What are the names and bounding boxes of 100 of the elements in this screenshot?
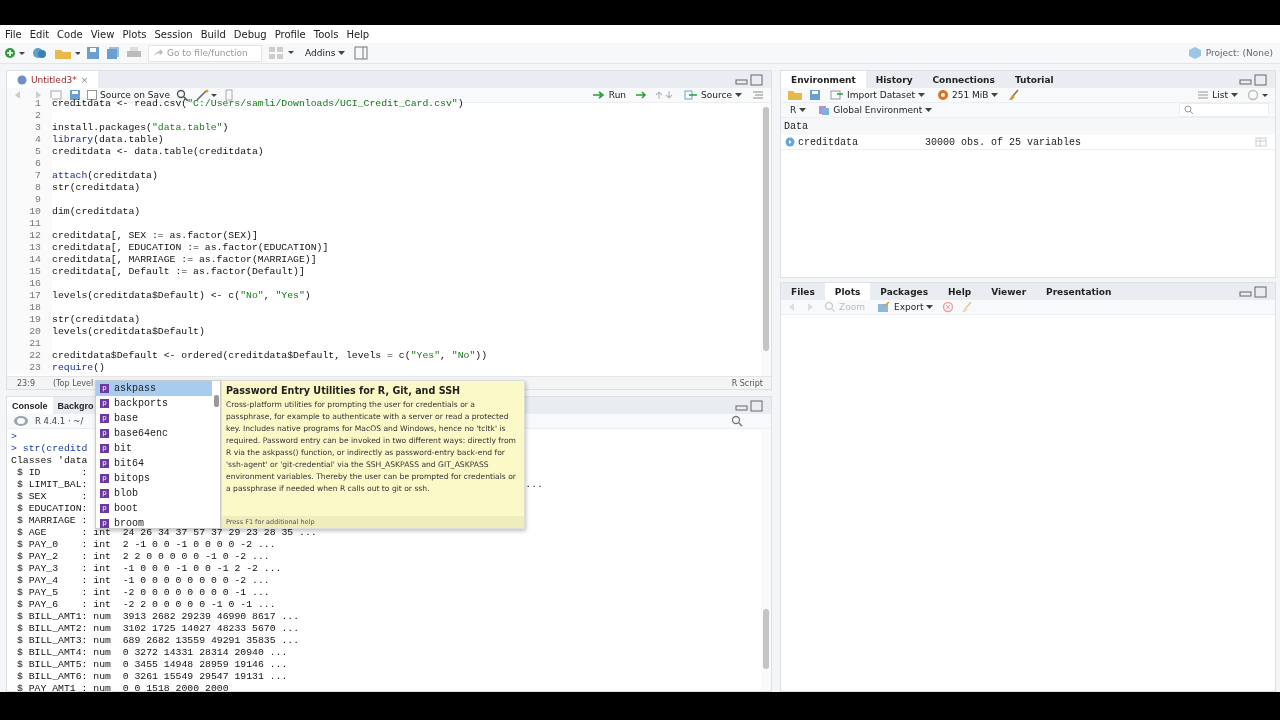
print-icon[interactable] [126,46,142,60]
caret-icon [1231,92,1238,98]
environment-dropdown[interactable]: Global Environment [815,104,936,116]
scope-label[interactable]: (Top Level [52,378,94,388]
console-tab[interactable]: Backgro [52,397,99,414]
console-line: $ BILL_AMT5: num 0 3455 14948 28959 19146 ... [15,659,288,671]
console-tab[interactable]: Console [7,397,53,414]
expand-icon[interactable] [785,137,795,147]
save-icon[interactable] [809,89,821,101]
help-title: Password Entry Utilities for R, Git, and SSH [225,384,462,398]
project-button[interactable]: Project: (None) [1184,46,1276,60]
close-button[interactable]: × [80,74,89,85]
export-button[interactable]: Export [873,301,937,313]
pane-controls-icon[interactable] [735,73,765,86]
caret-icon [925,107,933,113]
menu-item[interactable]: Session [151,28,196,40]
view-mode-button[interactable]: List [1194,90,1241,100]
environment-tab[interactable]: Tutorial [1004,71,1064,88]
menu-item[interactable]: Plots [119,28,150,40]
go-to-file-field[interactable]: Go to file/function [148,44,262,62]
caret-icon [918,92,925,98]
environment-tab[interactable]: Environment [781,71,866,88]
console-line: $ ID : [15,467,88,479]
save-all-icon[interactable] [106,46,120,60]
project-icon[interactable] [32,46,48,60]
caret-icon [991,92,999,98]
files-tab[interactable]: Plots [824,283,871,300]
menu-item[interactable]: View [87,28,118,40]
caret-icon [926,304,934,310]
wand-icon[interactable] [195,89,218,101]
line-number: 13 [7,242,52,254]
code-line: creditdata <- data.table(creditdata) [52,146,264,158]
code-line: dim(creditdata) [52,206,141,218]
line-number: 2 [7,110,52,122]
menu-item[interactable]: File [2,28,25,40]
table-icon[interactable] [1255,137,1267,147]
memory-usage-button[interactable]: 251 MiB [934,89,1002,101]
editor-tab[interactable]: Untitled3* × [7,71,99,88]
search-field[interactable] [1179,103,1269,117]
remove-icon[interactable] [942,301,955,313]
notebook-icon[interactable] [223,89,234,101]
arrow-icon [153,48,163,58]
save-icon[interactable] [86,46,100,60]
pane-controls-icon[interactable] [1239,285,1269,298]
console-line: $ PAY_0 : int 2 -1 0 0 -1 0 0 0 0 -2 ... [15,539,276,551]
environment-tab[interactable]: History [865,71,923,88]
files-tab[interactable]: Presentation [1036,283,1122,300]
run-button[interactable]: Run [588,90,630,100]
menu-item[interactable]: Tools [310,28,342,40]
project-label: Project: (None) [1205,48,1273,58]
broom-icon[interactable] [1007,89,1022,101]
line-number: 8 [7,182,52,194]
pane-controls-icon[interactable] [735,399,765,412]
console-line: $ AGE : int 24 26 34 37 57 37 29 23 28 35 ... [15,527,317,539]
outline-icon[interactable] [751,89,765,101]
code-line: str(creditdata) [52,314,141,326]
files-tab[interactable]: Files [781,283,825,300]
console-line: $ SEX : [15,491,88,503]
console-line: > [11,431,17,443]
console-line: $ LIMIT_BAL: [15,479,88,491]
pane-layout-icon[interactable] [354,46,369,60]
language-dropdown[interactable]: R [787,105,810,115]
console-line: > str(creditd [11,443,88,455]
line-number: 6 [7,158,52,170]
scrollbar[interactable] [761,429,771,691]
scrollbar[interactable] [761,103,771,376]
file-type-label[interactable]: R Script [731,378,763,388]
menu-item[interactable]: Help [343,28,373,40]
line-number: 16 [7,278,52,290]
menu-item[interactable]: Build [197,28,229,40]
line-number: 12 [7,230,52,242]
console-line: $ BILL_AMT1: num 3913 2682 29239 46990 8617 ... [15,611,300,623]
section-header: Data [781,118,1275,135]
menu-item[interactable]: Edit [26,28,53,40]
cursor-position: 23:9 [17,378,35,388]
image-export-icon [876,301,891,313]
line-number: 21 [7,338,52,350]
r-file-icon [17,74,27,85]
environment-tab[interactable]: Connections [922,71,1005,88]
menu-item[interactable]: Profile [271,28,309,40]
files-tab[interactable]: Packages [870,283,939,300]
source-button[interactable]: Source [681,90,745,100]
caret-icon [735,92,742,98]
caret-icon [799,107,807,113]
code-line: creditdata[, SEX := as.factor(SEX)] [52,230,258,242]
grid-icon[interactable] [268,46,296,60]
files-tab[interactable]: Help [938,283,982,300]
console-line: $ BILL_AMT6: num 0 3261 15549 29547 19131 ... [15,671,288,683]
code-line: require() [52,362,105,374]
files-tab[interactable]: Viewer [981,283,1037,300]
console-line: $ BILL_AMT4: num 0 3272 14331 28314 20940 ... [15,647,288,659]
console-line: $ PAY_5 : int -2 0 0 0 0 0 0 0 0 -1 ... [15,587,270,599]
code-line: creditdata[, MARRIAGE := as.factor(MARRIAGE)] [52,254,317,266]
menu-item[interactable]: Code [54,28,86,40]
r-version-label[interactable]: R 4.4.1 · ~/ [35,416,84,426]
new-file-icon[interactable] [4,47,26,59]
import-dataset-button[interactable]: Import Dataset [827,90,928,100]
variable-value: 30000 obs. of 25 variables [925,136,1082,148]
addins-button[interactable]: Addins [302,48,349,58]
menu-item[interactable]: Debug [230,28,270,40]
